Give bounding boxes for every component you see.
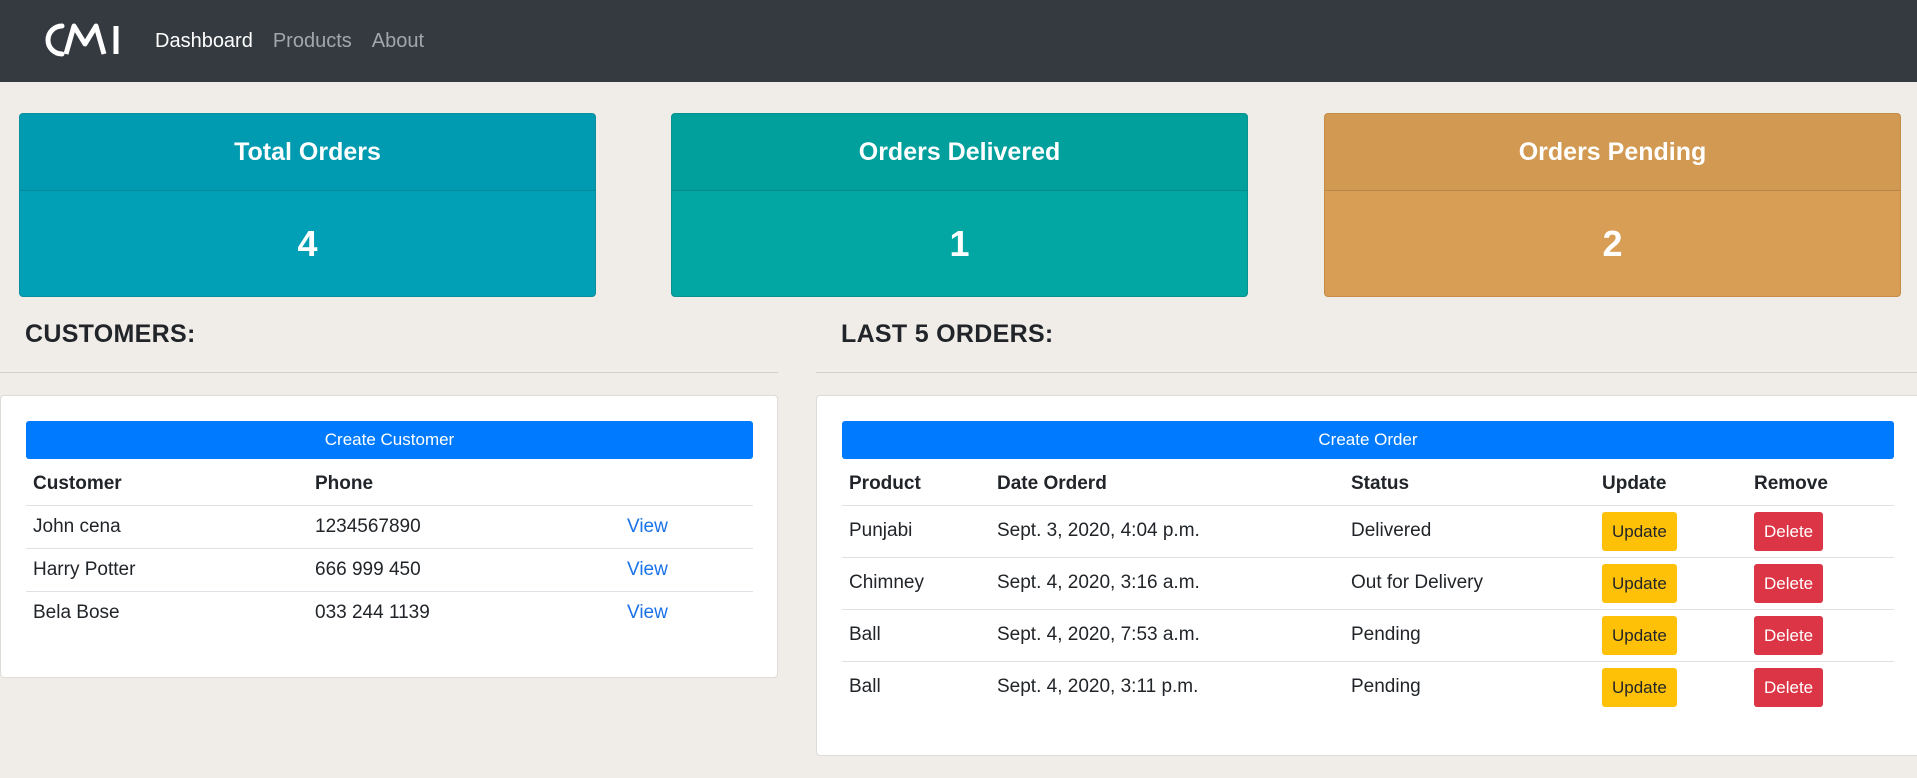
- order-product: Ball: [842, 608, 990, 661]
- table-row: John cena 1234567890 View: [26, 504, 753, 548]
- customers-table: Customer Phone John cena 1234567890 View…: [26, 463, 753, 634]
- customer-phone: 1234567890: [308, 504, 620, 548]
- col-remove: Remove: [1754, 472, 1828, 494]
- orders-pending-value: 2: [1602, 223, 1623, 264]
- orders-pending-label: Orders Pending: [1325, 114, 1900, 191]
- col-update: Update: [1602, 472, 1667, 494]
- nav-dashboard[interactable]: Dashboard: [155, 30, 253, 53]
- top-navbar: Dashboard Products About: [0, 0, 1917, 82]
- order-status: Pending: [1344, 608, 1595, 661]
- orders-heading: LAST 5 ORDERS:: [841, 320, 1054, 348]
- update-order-button[interactable]: Update: [1602, 667, 1677, 707]
- col-product: Product: [849, 472, 921, 494]
- create-order-button[interactable]: Create Order: [842, 421, 1894, 459]
- order-status: Delivered: [1344, 504, 1595, 557]
- orders-delivered-value: 1: [949, 223, 970, 264]
- total-orders-value: 4: [297, 223, 318, 264]
- orders-table: Product Date Orderd Status Update Remove…: [842, 463, 1894, 713]
- update-order-button[interactable]: Update: [1602, 615, 1677, 655]
- customer-name: Harry Potter: [26, 547, 308, 591]
- nav-links: Dashboard Products About: [155, 0, 424, 82]
- total-orders-card: Total Orders 4: [19, 113, 596, 297]
- table-row: Punjabi Sept. 3, 2020, 4:04 p.m. Deliver…: [842, 504, 1894, 557]
- customers-divider: [0, 372, 778, 373]
- orders-panel: Create Order Product Date Orderd Status …: [816, 395, 1917, 756]
- table-row: Chimney Sept. 4, 2020, 3:16 a.m. Out for…: [842, 556, 1894, 609]
- customers-header-row: Customer Phone: [26, 463, 753, 505]
- customer-name: John cena: [26, 504, 308, 548]
- orders-delivered-card: Orders Delivered 1: [671, 113, 1248, 297]
- order-date: Sept. 4, 2020, 3:11 p.m.: [990, 660, 1344, 713]
- orders-pending-card: Orders Pending 2: [1324, 113, 1901, 297]
- col-date: Date Orderd: [997, 472, 1107, 494]
- delete-order-button[interactable]: Delete: [1754, 511, 1824, 551]
- delete-order-button[interactable]: Delete: [1754, 563, 1824, 603]
- col-action: [620, 463, 753, 505]
- order-product: Ball: [842, 660, 990, 713]
- order-product: Punjabi: [842, 504, 990, 557]
- total-orders-label: Total Orders: [20, 114, 595, 191]
- view-customer-link[interactable]: View: [627, 516, 668, 537]
- customer-phone: 666 999 450: [308, 547, 620, 591]
- update-order-button[interactable]: Update: [1602, 511, 1677, 551]
- customer-name: Bela Bose: [26, 590, 308, 634]
- customers-heading: CUSTOMERS:: [25, 320, 196, 348]
- cmi-logo[interactable]: [40, 20, 126, 60]
- orders-delivered-label: Orders Delivered: [672, 114, 1247, 191]
- order-status: Pending: [1344, 660, 1595, 713]
- view-customer-link[interactable]: View: [627, 559, 668, 580]
- order-status: Out for Delivery: [1344, 556, 1595, 609]
- order-date: Sept. 4, 2020, 3:16 a.m.: [990, 556, 1344, 609]
- table-row: Ball Sept. 4, 2020, 7:53 a.m. Pending Up…: [842, 608, 1894, 661]
- orders-divider: [816, 372, 1917, 373]
- order-date: Sept. 3, 2020, 4:04 p.m.: [990, 504, 1344, 557]
- order-date: Sept. 4, 2020, 7:53 a.m.: [990, 608, 1344, 661]
- order-product: Chimney: [842, 556, 990, 609]
- delete-order-button[interactable]: Delete: [1754, 667, 1824, 707]
- col-phone: Phone: [315, 472, 374, 494]
- col-customer: Customer: [33, 472, 122, 494]
- customer-phone: 033 244 1139: [308, 590, 620, 634]
- update-order-button[interactable]: Update: [1602, 563, 1677, 603]
- table-row: Ball Sept. 4, 2020, 3:11 p.m. Pending Up…: [842, 660, 1894, 713]
- table-row: Harry Potter 666 999 450 View: [26, 547, 753, 591]
- nav-about[interactable]: About: [372, 30, 424, 53]
- customers-panel: Create Customer Customer Phone John cena…: [0, 395, 778, 678]
- table-row: Bela Bose 033 244 1139 View: [26, 590, 753, 634]
- orders-header-row: Product Date Orderd Status Update Remove: [842, 463, 1894, 505]
- nav-products[interactable]: Products: [273, 30, 352, 53]
- view-customer-link[interactable]: View: [627, 602, 668, 623]
- delete-order-button[interactable]: Delete: [1754, 615, 1824, 655]
- col-status: Status: [1351, 472, 1410, 494]
- create-customer-button[interactable]: Create Customer: [26, 421, 753, 459]
